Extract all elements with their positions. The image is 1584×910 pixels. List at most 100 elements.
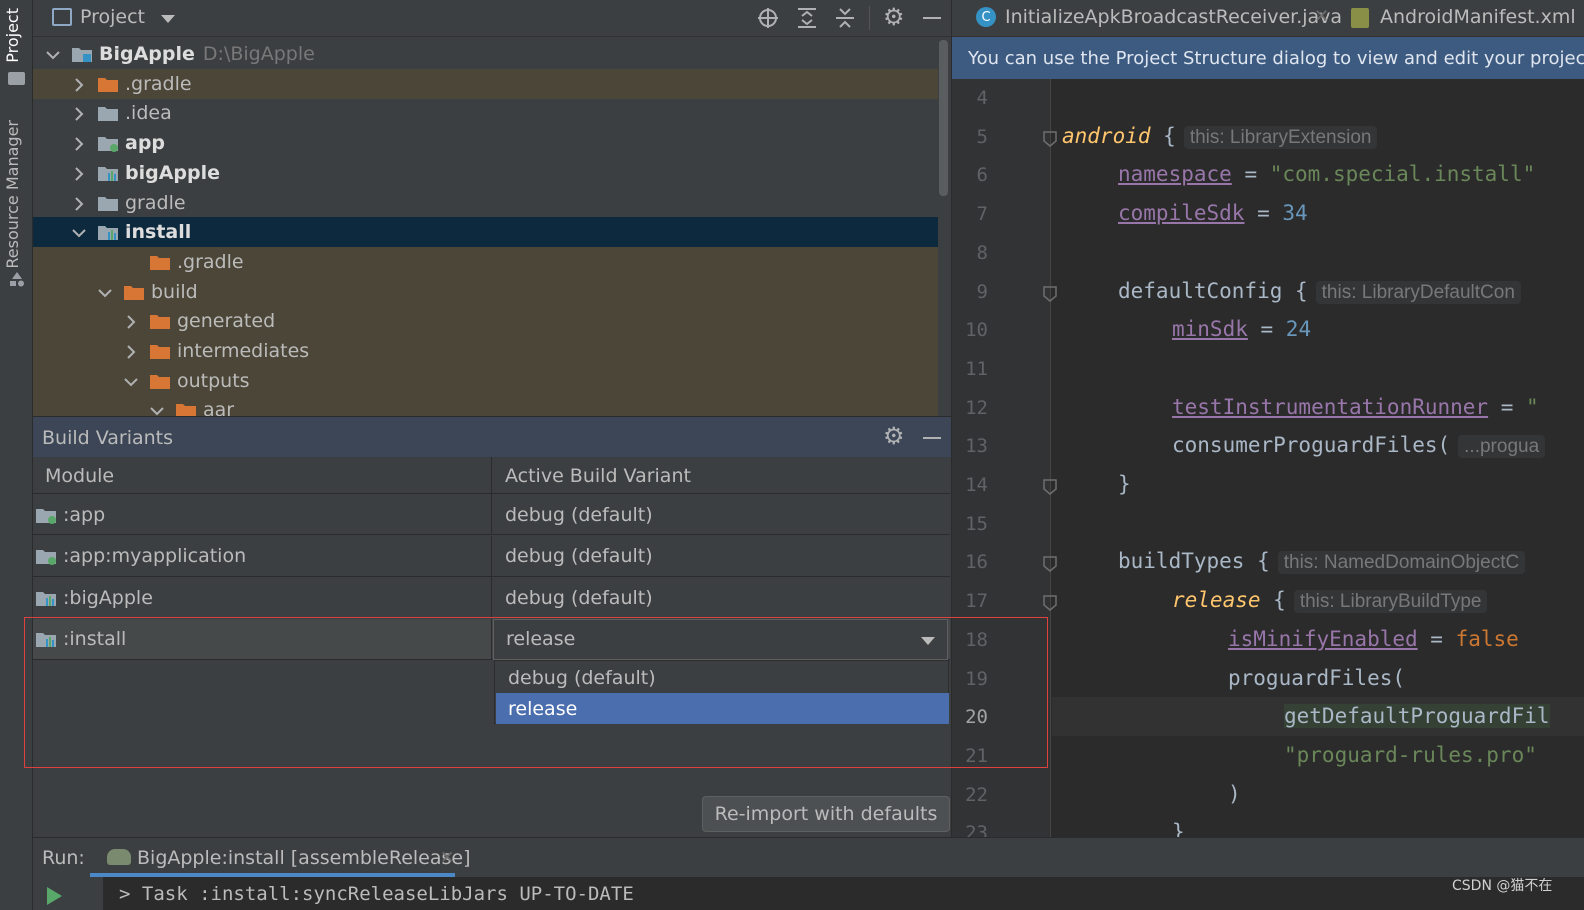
fold-marker-icon[interactable] [1043, 130, 1057, 147]
tab-android-manifest[interactable]: AndroidManifest.xml [1380, 6, 1576, 28]
tree-item[interactable]: generated [33, 306, 938, 337]
table-row[interactable]: :app:myapplication debug (default) [33, 535, 950, 577]
table-row[interactable]: :bigApple debug (default) [33, 577, 950, 618]
variant-combobox[interactable]: release [493, 618, 948, 660]
folder-icon [175, 401, 197, 416]
code-token: buildTypes { [1118, 549, 1270, 574]
code-line: testInstrumentationRunner = " [1172, 395, 1539, 419]
tree-item[interactable]: gradle [33, 188, 938, 218]
tree-item[interactable]: intermediates [33, 336, 938, 366]
expand-all-icon[interactable] [796, 7, 818, 29]
fold-marker-icon[interactable] [1043, 594, 1057, 612]
line-number: 20 [965, 706, 988, 729]
line-number: 21 [965, 744, 988, 767]
close-icon[interactable]: ✕ [440, 848, 454, 868]
code-line: defaultConfig {this: LibraryDefaultCon [1118, 279, 1521, 304]
minimize-icon[interactable] [923, 437, 941, 439]
code-line: minSdk = 24 [1172, 317, 1311, 341]
code-token: 24 [1285, 317, 1312, 342]
play-icon[interactable] [47, 887, 62, 905]
resource-manager-tool-tab[interactable]: Resource Manager [3, 120, 22, 269]
variant-cell[interactable]: debug (default) [493, 494, 950, 535]
code-line: android {this: LibraryExtension [1062, 124, 1378, 149]
column-header-module[interactable]: Module [33, 457, 492, 494]
chevron-right-icon[interactable] [71, 76, 87, 92]
table-row[interactable]: :app debug (default) [33, 494, 950, 535]
manifest-file-icon [1351, 8, 1369, 28]
tree-item[interactable]: .gradle [33, 246, 938, 277]
collapse-all-icon[interactable] [834, 7, 856, 29]
console-output-line: > Task :install:syncReleaseLibJars UP-TO… [119, 883, 634, 905]
gear-icon[interactable]: ⚙ [883, 3, 905, 31]
reimport-defaults-button[interactable]: Re-import with defaults [702, 796, 950, 832]
app-module-icon [35, 547, 57, 565]
code-token: minSdk [1172, 317, 1248, 342]
code-token: = [1417, 626, 1456, 651]
tree-item-label: outputs [177, 369, 250, 392]
tree-item[interactable]: .gradle [33, 68, 938, 99]
dropdown-option[interactable]: debug (default) [496, 662, 949, 693]
code-token: release [1172, 588, 1261, 613]
variant-value: debug (default) [505, 545, 653, 567]
library-module-icon [97, 223, 119, 241]
folder-icon [123, 283, 145, 301]
fold-marker-icon[interactable] [1043, 478, 1057, 495]
code-token: namespace [1118, 162, 1232, 187]
chevron-down-icon[interactable] [921, 636, 935, 645]
code-line: getDefaultProguardFil [1284, 704, 1550, 729]
variant-cell[interactable]: debug (default) [493, 577, 950, 618]
chevron-down-icon[interactable] [71, 224, 87, 240]
line-number: 4 [976, 87, 988, 109]
build-variants-title: Build Variants [42, 427, 174, 449]
tree-scrollbar[interactable] [939, 40, 948, 196]
minimize-icon[interactable] [923, 17, 941, 19]
dropdown-option-selected[interactable]: release [496, 693, 949, 724]
locate-icon[interactable] [757, 7, 779, 29]
project-panel-header: Project ⚙ [33, 0, 951, 37]
line-number: 22 [965, 783, 988, 806]
chevron-right-icon[interactable] [71, 165, 87, 181]
chevron-right-icon[interactable] [71, 105, 87, 122]
code-token: = [1231, 162, 1270, 187]
chevron-down-icon[interactable] [149, 402, 165, 416]
chevron-right-icon[interactable] [123, 343, 139, 359]
variant-cell[interactable]: debug (default) [493, 536, 950, 577]
tree-item[interactable]: install [33, 217, 938, 248]
tree-item[interactable]: bigApple [33, 158, 938, 188]
tab-initialize-apk-receiver[interactable]: InitializeApkBroadcastReceiver.java [1005, 6, 1342, 28]
tree-item[interactable]: app [33, 128, 938, 158]
close-icon[interactable]: ✕ [1314, 6, 1329, 27]
tree-item[interactable]: build [33, 276, 938, 307]
tree-item[interactable]: outputs [33, 365, 938, 396]
gear-icon[interactable]: ⚙ [883, 422, 905, 450]
chevron-right-icon[interactable] [71, 195, 87, 211]
chevron-down-icon[interactable] [45, 46, 61, 62]
library-module-icon [35, 630, 57, 648]
folder-icon [149, 253, 171, 271]
chevron-down-icon[interactable] [161, 15, 175, 23]
line-number: 18 [965, 628, 988, 651]
tree-item-label: gradle [125, 191, 186, 214]
code-token: isMinifyEnabled [1228, 626, 1418, 651]
fold-marker-icon[interactable] [1043, 285, 1057, 302]
code-token: = [1488, 394, 1527, 419]
build-variants-header: Build Variants ⚙ [33, 416, 951, 457]
library-module-icon [35, 589, 57, 607]
column-header-active-variant[interactable]: Active Build Variant [493, 457, 950, 494]
run-tab-assemble-release[interactable]: BigApple:install [assembleRelease] [137, 847, 471, 869]
project-tool-tab[interactable]: Project [3, 8, 22, 63]
chevron-right-icon[interactable] [123, 313, 139, 330]
chevron-down-icon[interactable] [97, 284, 113, 300]
code-token: getDefaultProguardFil [1284, 704, 1550, 729]
chevron-down-icon[interactable] [123, 373, 139, 389]
fold-marker-icon[interactable] [1043, 555, 1057, 573]
table-row[interactable]: :install release [33, 618, 950, 660]
tree-item[interactable]: aar [33, 395, 938, 416]
tree-item[interactable]: BigApple D:\BigApple [33, 39, 938, 69]
tree-item[interactable]: .idea [33, 98, 938, 128]
chevron-right-icon[interactable] [71, 135, 87, 151]
project-view-selector[interactable]: Project [80, 6, 145, 28]
line-number: 19 [965, 667, 988, 690]
code-text[interactable]: android {this: LibraryExtension namespace… [1052, 79, 1584, 837]
